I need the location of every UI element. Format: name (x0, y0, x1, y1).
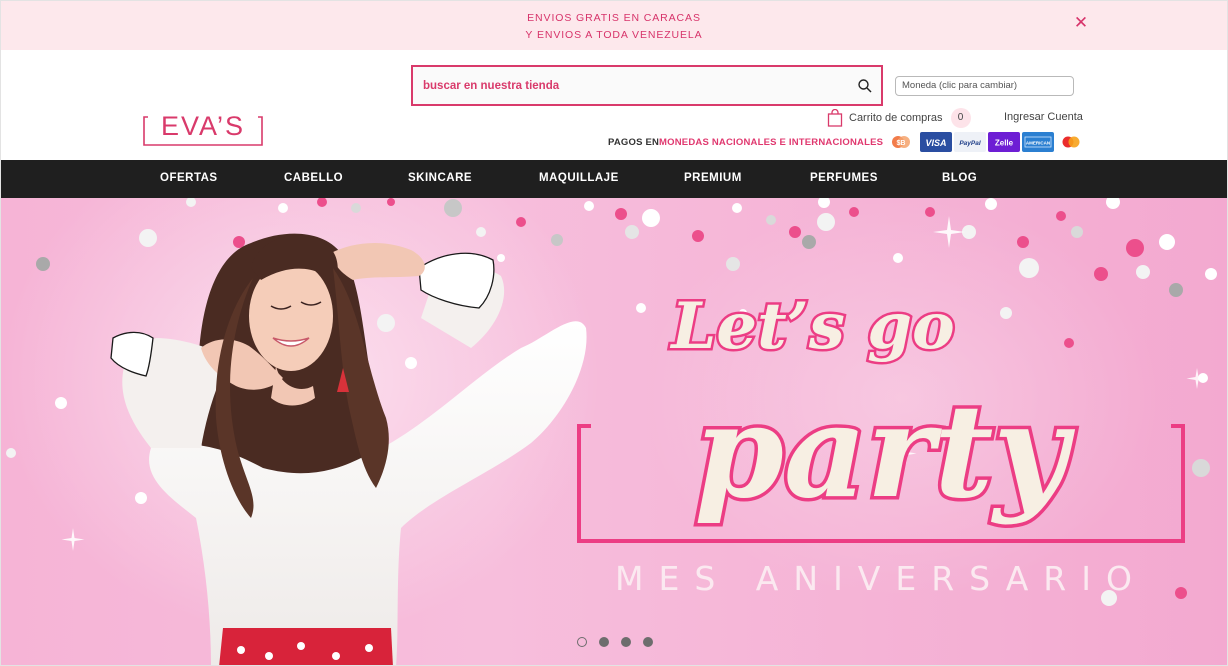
carousel-dot-2[interactable] (599, 637, 609, 647)
svg-text:VISA: VISA (925, 138, 946, 148)
hero-artwork: Let’s go party MES ANIVERSARIO (1, 198, 1217, 665)
page: ENVIOS GRATIS EN CARACAS Y ENVIOS A TODA… (0, 0, 1228, 666)
carousel-dot-3[interactable] (621, 637, 631, 647)
search-icon[interactable] (857, 78, 873, 94)
search-input[interactable] (423, 67, 843, 104)
announcement-line-1: ENVIOS GRATIS EN CARACAS (527, 12, 701, 24)
main-nav: OFERTAS CABELLO SKINCARE MAQUILLAJE PREM… (1, 160, 1227, 198)
hero-banner[interactable]: Let’s go party MES ANIVERSARIO (1, 198, 1227, 665)
mastercard-logo-icon (1062, 136, 1080, 148)
nav-item-skincare[interactable]: SKINCARE (408, 172, 472, 184)
svg-text:AMERICAN: AMERICAN (1026, 141, 1050, 146)
svg-text:Zelle: Zelle (995, 139, 1014, 148)
hero-headline-line2: party (694, 377, 1075, 527)
search-bar (411, 65, 883, 106)
svg-text:PayPal: PayPal (959, 140, 981, 147)
nav-item-premium[interactable]: PREMIUM (684, 172, 742, 184)
zelle-logo-icon: Zelle (988, 132, 1020, 152)
visa-logo-icon: VISA (920, 132, 952, 152)
nav-item-blog[interactable]: BLOG (942, 172, 977, 184)
carousel-dot-1[interactable] (577, 637, 587, 647)
cart-label: Carrito de compras (849, 112, 943, 124)
nav-item-ofertas[interactable]: OFERTAS (160, 172, 218, 184)
nav-item-cabello[interactable]: CABELLO (284, 172, 343, 184)
carousel-dots (577, 637, 657, 647)
cart-button[interactable]: Carrito de compras 0 (827, 108, 971, 128)
hero-subtitle: MES ANIVERSARIO (615, 559, 1147, 598)
brand-logo-mark: EVA’S (143, 111, 263, 146)
hero-headline-line1: Let’s go (669, 289, 954, 364)
cart-count-badge: 0 (950, 108, 971, 128)
login-link[interactable]: Ingresar Cuenta (1004, 111, 1083, 123)
paypal-logo-icon: PayPal (954, 132, 986, 152)
announcement-line-2: Y ENVIOS A TODA VENEZUELA (525, 29, 703, 41)
payments-info: PAGOS EN MONEDAS NACIONALES E INTERNACIO… (608, 132, 883, 152)
close-icon[interactable]: ✕ (1073, 14, 1089, 31)
brand-logo-text: EVA’S (161, 111, 245, 141)
payments-highlight: MONEDAS NACIONALES E INTERNACIONALES (659, 136, 884, 148)
binance-logo-icon: $B (892, 136, 910, 148)
announcement-text: ENVIOS GRATIS EN CARACAS Y ENVIOS A TODA… (1, 10, 1227, 44)
shopping-bag-icon (827, 109, 843, 127)
nav-item-perfumes[interactable]: PERFUMES (810, 172, 878, 184)
currency-select[interactable]: Moneda (clic para cambiar) (895, 76, 1074, 96)
announcement-bar: ENVIOS GRATIS EN CARACAS Y ENVIOS A TODA… (1, 1, 1227, 50)
carousel-dot-4[interactable] (643, 637, 653, 647)
payments-prefix: PAGOS EN (608, 136, 660, 148)
svg-text:$B: $B (897, 140, 906, 147)
brand-logo[interactable]: EVA’S (142, 109, 264, 149)
nav-item-maquillaje[interactable]: MAQUILLAJE (539, 172, 619, 184)
amex-logo-icon: AMERICAN (1022, 132, 1054, 152)
